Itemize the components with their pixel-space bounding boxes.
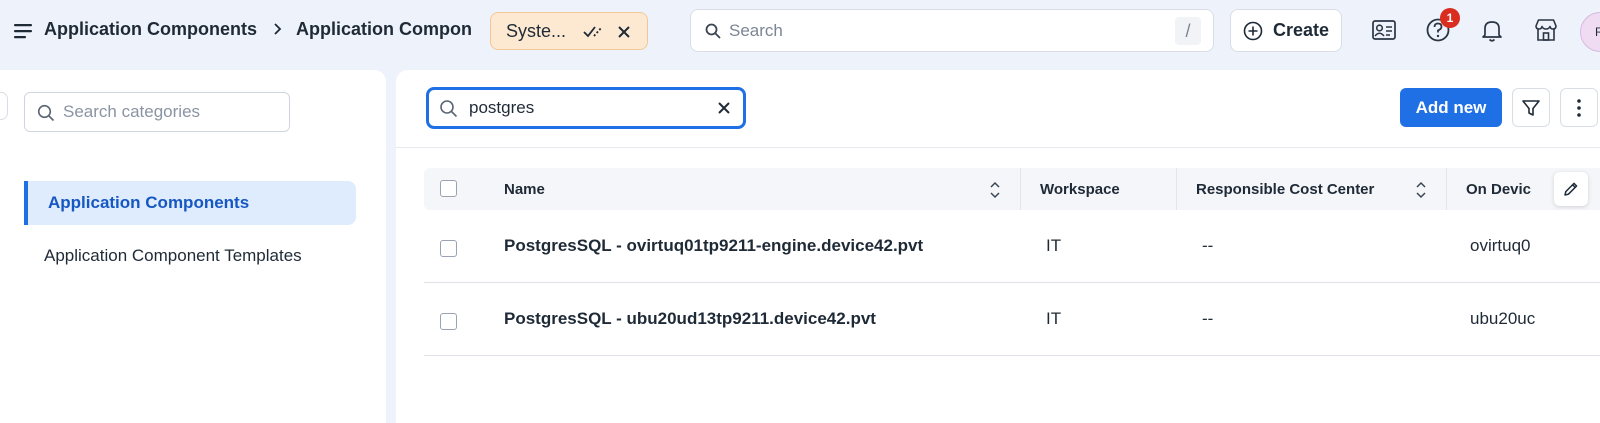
chip-label: Syste... xyxy=(506,20,567,41)
filter-icon xyxy=(1522,99,1540,116)
more-options-button[interactable] xyxy=(1560,88,1598,127)
breadcrumb-item-current[interactable]: Application Compon xyxy=(296,19,474,40)
row-name-link[interactable]: PostgresSQL - ovirtuq01tp9211-engine.dev… xyxy=(504,236,1014,256)
clear-search-icon[interactable] xyxy=(717,101,731,115)
column-header-responsible-cost-center[interactable]: Responsible Cost Center xyxy=(1196,181,1374,198)
column-divider xyxy=(1176,168,1177,210)
chevron-right-icon xyxy=(274,23,282,35)
row-device[interactable]: ubu20uc xyxy=(1470,309,1540,329)
sort-icon[interactable] xyxy=(1416,180,1426,200)
row-name-link[interactable]: PostgresSQL - ubu20ud13tp9211.device42.p… xyxy=(504,309,1014,329)
edit-columns-button[interactable] xyxy=(1554,172,1588,206)
search-icon xyxy=(37,104,55,122)
workspace-filter-chip[interactable]: Syste... xyxy=(490,12,648,50)
store-icon[interactable] xyxy=(1532,16,1560,44)
table-row[interactable]: PostgresSQL - ubu20ud13tp9211.device42.p… xyxy=(424,283,1600,356)
search-icon xyxy=(440,100,458,118)
plus-circle-icon xyxy=(1243,21,1263,40)
breadcrumb-item-application-components[interactable]: Application Components xyxy=(44,19,257,40)
close-icon[interactable] xyxy=(617,25,631,39)
select-all-checkbox[interactable] xyxy=(440,180,457,197)
column-divider xyxy=(1446,168,1447,210)
main-content: Add new Name Workspace Responsible Cost … xyxy=(396,70,1600,423)
more-vertical-icon xyxy=(1577,98,1581,117)
create-button[interactable]: Create xyxy=(1230,9,1342,52)
table-header: Name Workspace Responsible Cost Center O… xyxy=(424,168,1600,210)
filter-button[interactable] xyxy=(1512,88,1550,127)
category-search-input[interactable] xyxy=(63,100,283,124)
row-device[interactable]: ovirtuq0 xyxy=(1470,236,1540,256)
sidebar-item-application-component-templates[interactable]: Application Component Templates xyxy=(24,234,356,278)
sidebar-item-label: Application Component Templates xyxy=(44,246,302,265)
column-header-workspace[interactable]: Workspace xyxy=(1040,181,1120,198)
category-search[interactable] xyxy=(24,92,290,132)
search-shortcut-hint: / xyxy=(1175,17,1201,45)
bell-icon[interactable] xyxy=(1478,16,1506,44)
contact-card-icon[interactable] xyxy=(1370,16,1398,44)
row-workspace: IT xyxy=(1046,236,1062,255)
column-header-name[interactable]: Name xyxy=(504,181,545,198)
sidebar-collapse-handle[interactable] xyxy=(0,92,8,120)
column-divider xyxy=(1020,168,1021,210)
top-bar: Application Components Application Compo… xyxy=(0,0,1600,62)
avatar-initial: R xyxy=(1595,25,1600,39)
search-icon xyxy=(705,23,721,39)
notification-count-badge: 1 xyxy=(1440,8,1460,28)
pencil-icon xyxy=(1564,182,1578,196)
table-row[interactable]: PostgresSQL - ovirtuq01tp9211-engine.dev… xyxy=(424,210,1600,283)
row-workspace: IT xyxy=(1046,309,1062,328)
add-new-button[interactable]: Add new xyxy=(1400,88,1502,127)
row-cost-center: -- xyxy=(1202,309,1214,328)
create-button-label: Create xyxy=(1273,20,1330,40)
row-cost-center: -- xyxy=(1202,236,1214,255)
list-search[interactable] xyxy=(426,87,746,129)
category-sidebar: Application Components Application Compo… xyxy=(0,70,386,423)
column-header-on-device[interactable]: On Devic xyxy=(1466,181,1546,198)
row-checkbox[interactable] xyxy=(440,313,457,330)
row-checkbox[interactable] xyxy=(440,240,457,257)
global-search[interactable]: / xyxy=(690,9,1214,52)
toolbar-divider xyxy=(396,147,1600,148)
sidebar-item-application-components[interactable]: Application Components xyxy=(24,181,356,225)
double-check-icon[interactable] xyxy=(583,24,605,40)
user-avatar[interactable]: R xyxy=(1580,12,1600,52)
sidebar-item-label: Application Components xyxy=(48,193,250,212)
global-search-input[interactable] xyxy=(729,18,1129,44)
list-search-input[interactable] xyxy=(469,96,709,120)
sort-icon[interactable] xyxy=(990,180,1000,200)
menu-icon[interactable] xyxy=(14,22,34,40)
